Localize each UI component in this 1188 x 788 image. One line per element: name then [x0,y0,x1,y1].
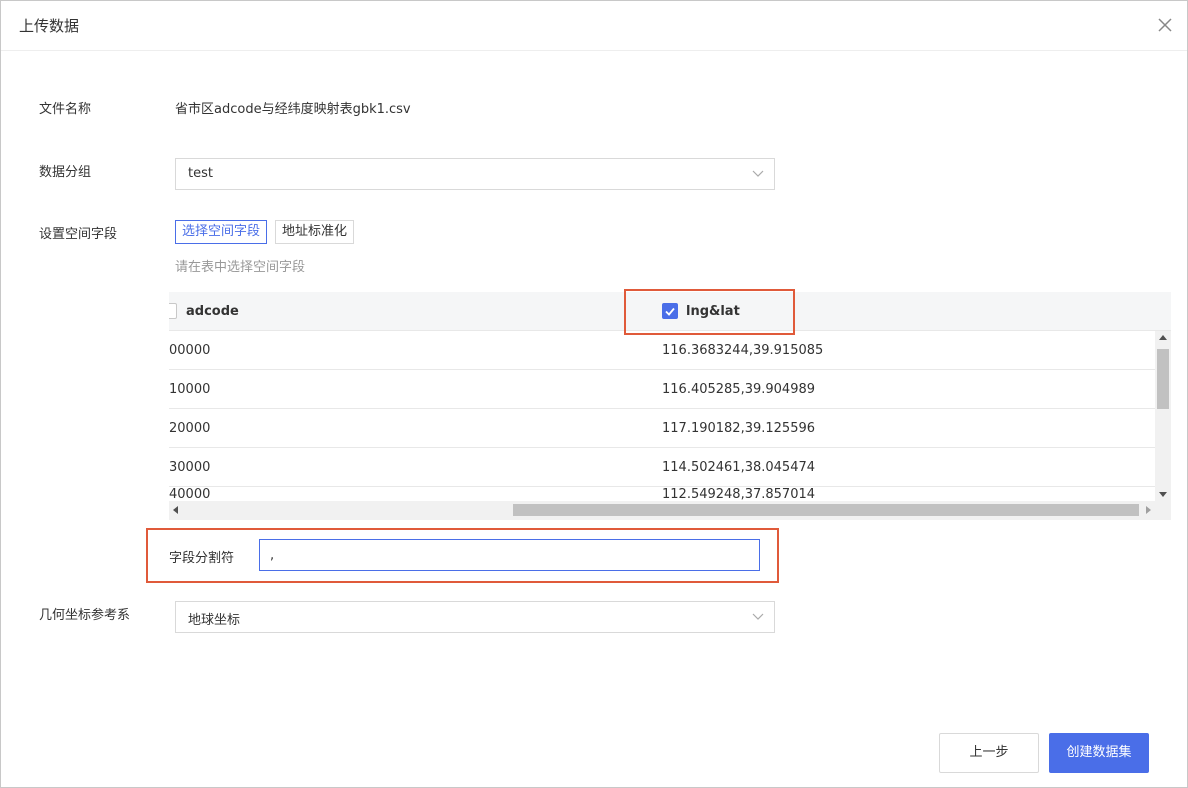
chevron-down-icon [752,168,764,180]
data-group-select[interactable]: test [175,158,775,190]
spatial-hint: 请在表中选择空间字段 [175,260,306,275]
check-icon [665,307,675,316]
horizontal-scroll-thumb[interactable] [513,504,1139,516]
close-icon[interactable] [1155,15,1175,35]
prev-step-button[interactable]: 上一步 [939,733,1039,773]
chevron-down-icon [752,611,764,623]
file-name-label: 文件名称 [39,102,92,117]
cell-lnglat: 117.190182,39.125596 [662,421,816,436]
cell-lnglat: 116.405285,39.904989 [662,382,816,397]
dialog-header: 上传数据 [1,1,1187,51]
data-group-label: 数据分组 [39,165,92,180]
crs-value: 地球坐标 [188,613,241,628]
table-row[interactable]: 40000 112.549248,37.857014 [169,487,1155,501]
scroll-up-icon[interactable] [1159,335,1167,340]
delimiter-input[interactable] [259,539,760,571]
crs-select[interactable]: 地球坐标 [175,601,775,633]
scroll-right-icon[interactable] [1146,506,1151,514]
upload-data-dialog: 上传数据 文件名称 省市区adcode与经纬度映射表gbk1.csv 数据分组 … [0,0,1188,788]
scrollbar-corner [1155,501,1171,520]
table-row[interactable]: 00000 116.3683244,39.915085 [169,331,1155,370]
dialog-title: 上传数据 [19,17,80,35]
table-body: 00000 116.3683244,39.915085 10000 116.40… [169,331,1155,501]
spatial-field-label: 设置空间字段 [39,227,118,242]
cell-lnglat: 116.3683244,39.915085 [662,343,824,358]
adcode-checkbox[interactable] [169,303,177,319]
tab-select-spatial-field[interactable]: 选择空间字段 [175,220,268,244]
cell-adcode: 00000 [169,343,211,358]
data-group-value: test [188,166,213,181]
file-name-value: 省市区adcode与经纬度映射表gbk1.csv [175,102,411,117]
cell-adcode: 20000 [169,421,211,436]
data-preview-table: adcode lng&lat 00000 116.3683244,39.9150… [169,292,1171,520]
table-row[interactable]: 20000 117.190182,39.125596 [169,409,1155,448]
create-dataset-button[interactable]: 创建数据集 [1049,733,1149,773]
scroll-down-icon[interactable] [1159,492,1167,497]
cell-adcode: 10000 [169,382,211,397]
table-header: adcode lng&lat [169,292,1171,331]
column-header-adcode: adcode [186,304,239,319]
column-header-lnglat: lng&lat [686,304,740,319]
vertical-scroll-thumb[interactable] [1157,349,1169,409]
horizontal-scrollbar[interactable] [169,501,1155,520]
crs-label: 几何坐标参考系 [39,608,131,623]
lnglat-checkbox[interactable] [662,303,678,319]
scroll-left-icon[interactable] [173,506,178,514]
cell-adcode: 40000 [169,487,211,501]
table-row[interactable]: 10000 116.405285,39.904989 [169,370,1155,409]
tab-address-standardize[interactable]: 地址标准化 [275,220,355,244]
delimiter-label: 字段分割符 [169,551,235,566]
vertical-scrollbar[interactable] [1155,331,1171,501]
cell-lnglat: 112.549248,37.857014 [662,487,816,501]
